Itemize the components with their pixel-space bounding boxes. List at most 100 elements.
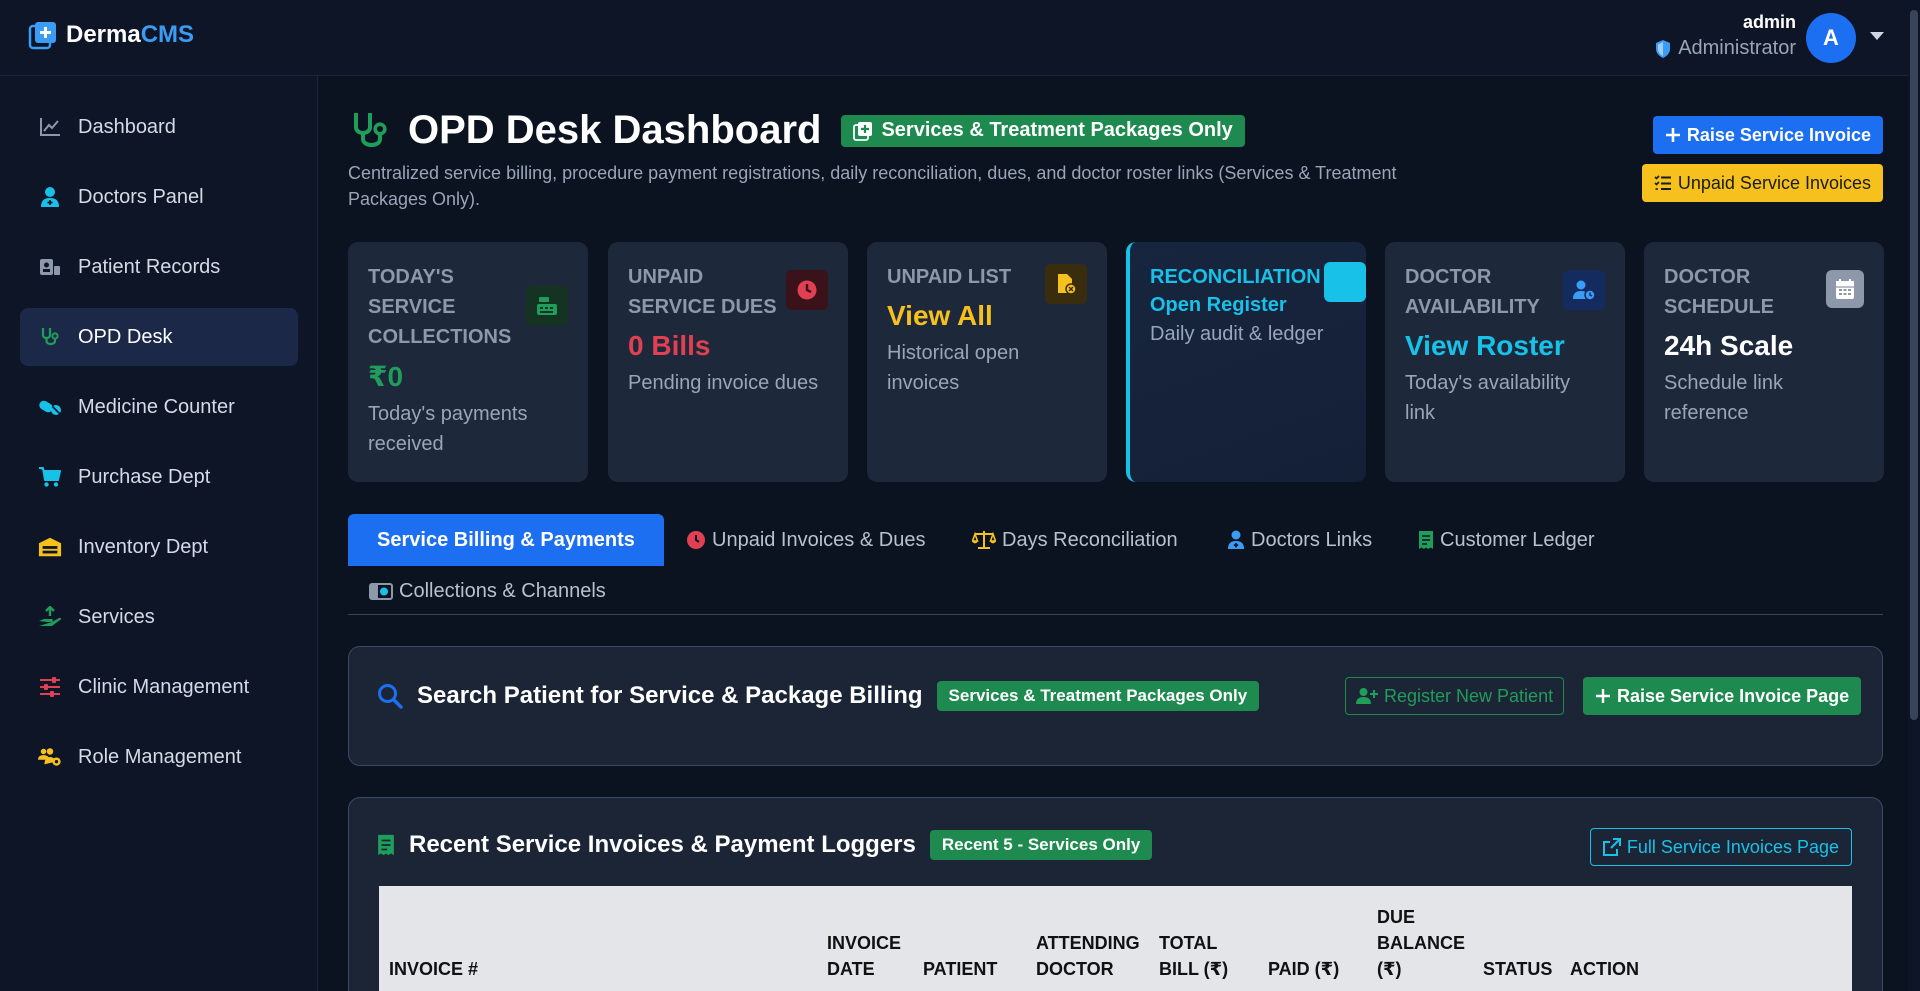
avatar[interactable]: A xyxy=(1806,13,1856,63)
stat-card-todays-collections[interactable]: Today's Service Collections ₹0 Today's p… xyxy=(348,242,588,482)
recent-count-badge: Recent 5 - Services Only xyxy=(929,830,1153,860)
tab-customer-ledger[interactable]: Customer Ledger xyxy=(1418,514,1595,566)
chart-line-icon xyxy=(38,115,62,139)
stat-card-unpaid-list[interactable]: Unpaid List View All Historical open inv… xyxy=(867,242,1107,482)
column-header[interactable]: Action xyxy=(1570,956,1639,982)
card-value: View All xyxy=(887,300,993,331)
user-info: admin Administrator xyxy=(1654,12,1796,60)
top-navbar: DermaCMS admin Administrator A xyxy=(0,0,1920,76)
invoices-table-header: Invoice # Invoice Date Patient Attending… xyxy=(379,886,1852,991)
card-title: Unpaid List xyxy=(887,266,1012,288)
clinic-logo-icon xyxy=(28,22,56,50)
card-subtext: Historical open invoices xyxy=(887,342,1020,394)
user-name: admin xyxy=(1742,12,1796,32)
id-card-icon xyxy=(38,255,62,279)
cart-icon xyxy=(38,465,62,489)
recent-invoices-panel: Recent Service Invoices & Payment Logger… xyxy=(348,797,1883,991)
stethoscope-icon xyxy=(354,112,387,147)
search-panel-title: Search Patient for Service & Package Bil… xyxy=(417,682,923,709)
user-clock-icon xyxy=(1563,270,1605,310)
card-subtext: Today's availability link xyxy=(1405,372,1571,424)
card-subtext: Schedule link reference xyxy=(1664,372,1783,424)
register-new-patient-button[interactable]: Register New Patient xyxy=(1345,677,1565,715)
users-gear-icon xyxy=(38,745,62,769)
sidebar-item-purchase-dept[interactable]: Purchase Dept xyxy=(20,448,298,506)
tab-service-billing-payments[interactable]: Service Billing & Payments xyxy=(348,514,664,566)
scale-icon xyxy=(1324,262,1366,302)
brand[interactable]: DermaCMS xyxy=(28,20,194,50)
column-header[interactable]: Invoice # xyxy=(389,956,478,982)
sliders-icon xyxy=(38,675,62,699)
sidebar-item-clinic-management[interactable]: Clinic Management xyxy=(20,658,298,716)
tab-doctors-links[interactable]: Doctors Links xyxy=(1227,514,1372,566)
scope-badge: Services & Treatment Packages Only xyxy=(841,114,1245,147)
user-role: Administrator xyxy=(1654,37,1796,60)
stethoscope-icon xyxy=(38,325,62,349)
external-link-icon xyxy=(1602,838,1621,856)
stat-card-doctor-availability[interactable]: Doctor Availability View Roster Today's … xyxy=(1385,242,1625,482)
sidebar-item-services[interactable]: Services xyxy=(20,588,298,646)
clock-icon xyxy=(786,270,828,310)
list-check-icon xyxy=(1654,175,1671,190)
receipt-icon xyxy=(378,834,394,856)
invoices-panel-title: Recent Service Invoices & Payment Logger… xyxy=(409,831,916,858)
file-invoice-icon xyxy=(1045,264,1087,304)
search-panel-header: Search Patient for Service & Package Bil… xyxy=(377,681,1260,711)
column-header[interactable]: Attending Doctor xyxy=(1036,930,1146,982)
sidebar-item-inventory-dept[interactable]: Inventory Dept xyxy=(20,518,298,576)
card-title: Reconciliation xyxy=(1150,266,1321,288)
page-header: OPD Desk Dashboard Services & Treatment … xyxy=(348,108,1245,153)
user-doctor-icon xyxy=(38,185,62,209)
card-value: Open Register xyxy=(1150,294,1287,316)
sidebar-item-patient-records[interactable]: Patient Records xyxy=(20,238,298,296)
user-menu-chevron-down-icon[interactable] xyxy=(1870,32,1884,40)
unpaid-service-invoices-button[interactable]: Unpaid Service Invoices xyxy=(1641,164,1883,202)
raise-service-invoice-page-button[interactable]: Raise Service Invoice Page xyxy=(1583,677,1862,715)
money-icon xyxy=(369,583,393,600)
sidebar-item-role-management[interactable]: Role Management xyxy=(20,728,298,786)
card-subtext: Daily audit & ledger xyxy=(1150,323,1324,345)
raise-service-invoice-button[interactable]: Raise Service Invoice xyxy=(1652,116,1883,154)
clock-icon xyxy=(687,531,705,549)
card-value: 24h Scale xyxy=(1664,330,1794,361)
tab-days-reconciliation[interactable]: Days Reconciliation xyxy=(972,514,1178,566)
page-subtitle: Centralized service billing, procedure p… xyxy=(348,163,1397,209)
sidebar-item-opd-desk[interactable]: OPD Desk xyxy=(20,308,298,366)
warehouse-icon xyxy=(38,535,62,559)
column-header[interactable]: Paid (₹) xyxy=(1268,956,1339,982)
stat-card-reconciliation[interactable]: Reconciliation Open Register Daily audit… xyxy=(1126,242,1366,482)
tab-unpaid-invoices-dues[interactable]: Unpaid Invoices & Dues xyxy=(686,514,925,566)
full-service-invoices-page-button[interactable]: Full Service Invoices Page xyxy=(1589,828,1852,866)
user-doctor-icon xyxy=(1228,530,1244,549)
card-title: Unpaid Service Dues xyxy=(628,266,777,318)
sidebar-item-medicine-counter[interactable]: Medicine Counter xyxy=(20,378,298,436)
card-value: View Roster xyxy=(1405,330,1565,361)
stat-card-doctor-schedule[interactable]: Doctor Schedule 24h Scale Schedule link … xyxy=(1644,242,1884,482)
cash-register-icon xyxy=(526,286,568,326)
column-header[interactable]: Invoice Date xyxy=(827,930,907,982)
page-title: OPD Desk Dashboard xyxy=(408,108,822,152)
column-header[interactable]: Total Bill (₹) xyxy=(1159,930,1249,982)
card-title: Doctor Schedule xyxy=(1664,266,1775,318)
user-plus-icon xyxy=(1356,688,1378,704)
sidebar-item-doctors-panel[interactable]: Doctors Panel xyxy=(20,168,298,226)
brand-name: DermaCMS xyxy=(66,21,195,48)
card-title: Doctor Availability xyxy=(1405,266,1540,318)
pills-icon xyxy=(38,395,62,419)
tab-collections-channels[interactable]: Collections & Channels xyxy=(369,565,606,617)
column-header[interactable]: Status xyxy=(1483,956,1552,982)
card-subtext: Pending invoice dues xyxy=(628,372,819,394)
scrollbar-thumb[interactable] xyxy=(1910,10,1918,720)
card-value: 0 Bills xyxy=(628,330,711,361)
column-header[interactable]: Due Balance (₹) xyxy=(1377,904,1467,982)
plus-icon xyxy=(1596,689,1610,703)
scale-icon xyxy=(972,531,996,549)
stat-card-unpaid-dues[interactable]: Unpaid Service Dues 0 Bills Pending invo… xyxy=(608,242,848,482)
column-header[interactable]: Patient xyxy=(923,956,997,982)
scope-badge: Services & Treatment Packages Only xyxy=(936,681,1260,711)
card-value: ₹0 xyxy=(368,361,404,392)
page-scrollbar[interactable] xyxy=(1908,0,1920,991)
tabs-divider xyxy=(348,614,1883,615)
sidebar-item-dashboard[interactable]: Dashboard xyxy=(20,98,298,156)
search-patient-panel: Search Patient for Service & Package Bil… xyxy=(348,646,1883,766)
